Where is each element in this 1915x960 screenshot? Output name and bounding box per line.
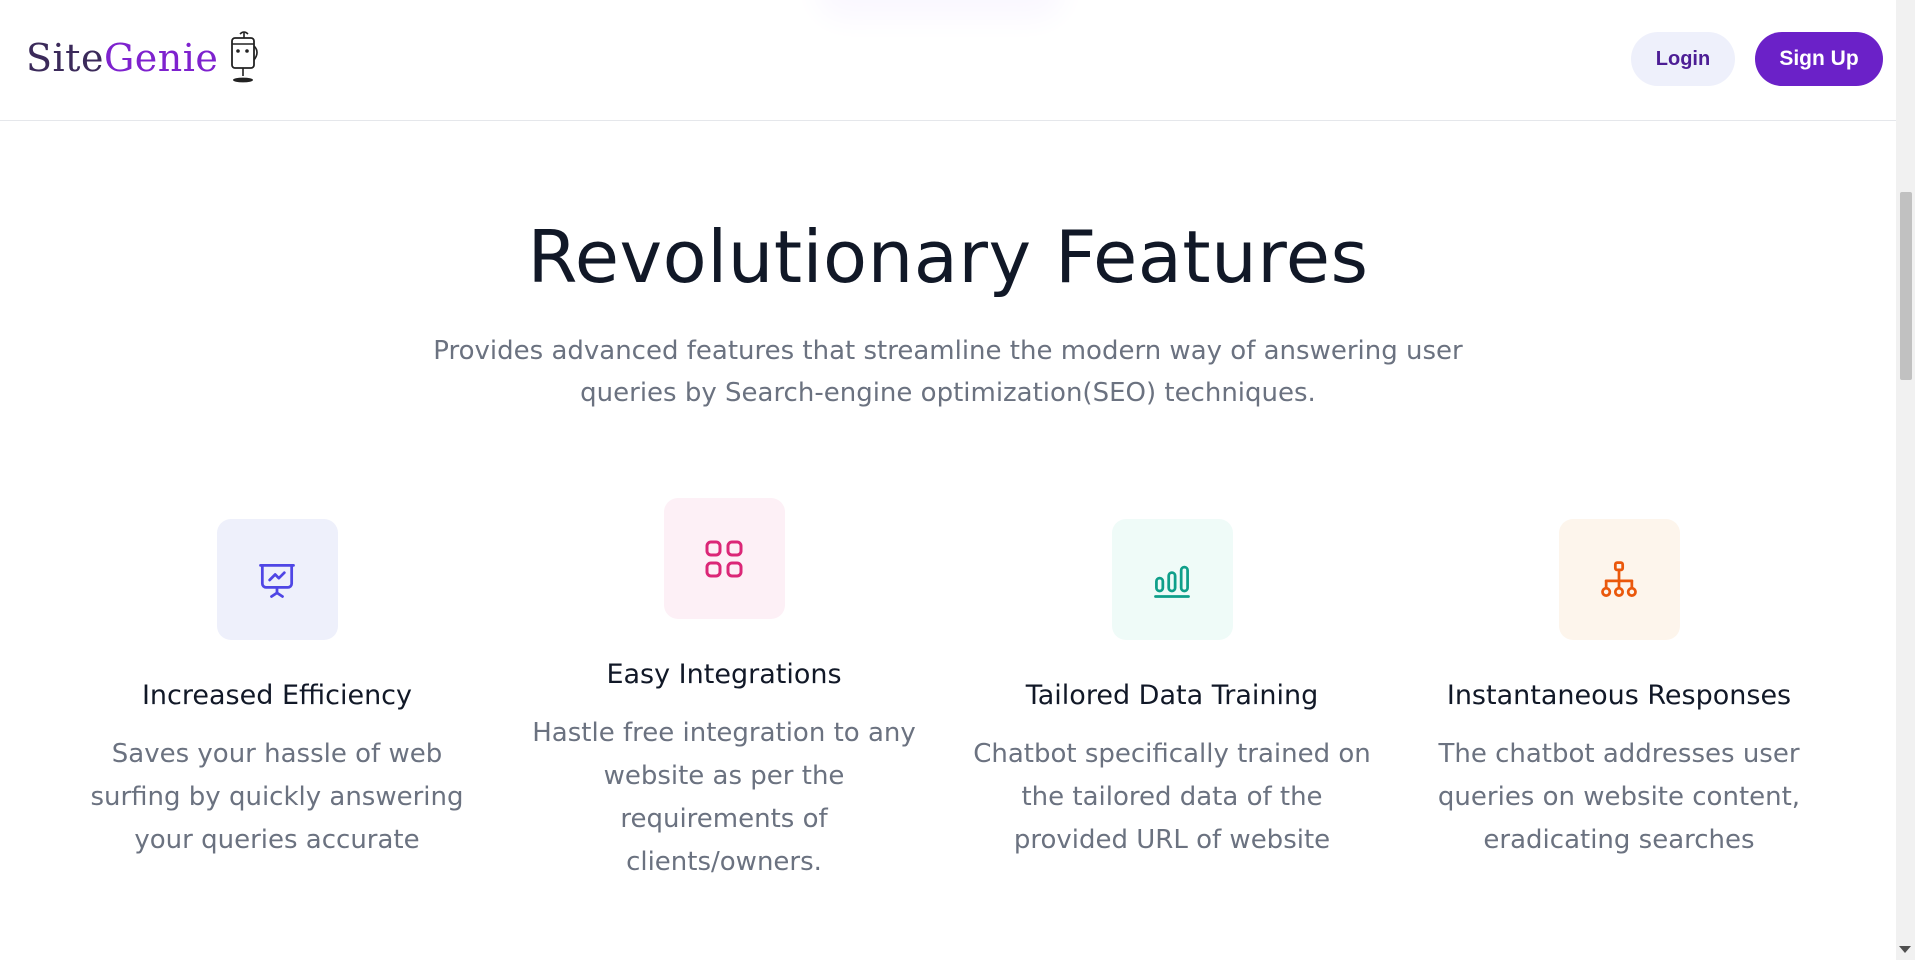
feature-icon-box [663,498,785,619]
feature-title: Instantaneous Responses [1446,680,1792,711]
login-button[interactable]: Login [1631,32,1735,86]
feature-description: Saves your hassle of web surfing by quic… [90,739,464,855]
scroll-down-arrow-icon[interactable] [1899,946,1911,953]
page: SiteGenie Login Sign Up Revolutionary Fe… [0,0,1896,960]
feature-title: Easy Integrations [606,659,842,690]
logo-text-genie: Genie [103,36,219,80]
bar-chart-icon [1154,565,1190,598]
feature-description: Hastle free integration to any website a… [532,718,916,877]
vertical-scrollbar[interactable] [1896,0,1915,960]
genie-mascot-icon [231,31,259,83]
sitemap-icon [1601,560,1637,597]
feature-description: The chatbot addresses user queries on we… [1437,739,1801,855]
feature-card-easy-integrations: Easy Integrations Hastle free integratio… [514,498,934,884]
feature-icon-box [1111,519,1233,640]
logo-wordmark: SiteGenie [26,36,218,80]
site-logo[interactable]: SiteGenie [26,30,262,86]
feature-title: Increased Efficiency [141,680,413,711]
feature-card-instantaneous-responses: Instantaneous Responses The chatbot addr… [1409,519,1829,862]
scrollbar-thumb[interactable] [1900,192,1912,380]
sign-up-button[interactable]: Sign Up [1755,32,1883,86]
apps-grid-icon [705,540,743,577]
section-title: Revolutionary Features [527,215,1369,299]
feature-description: Chatbot specifically trained on the tail… [973,739,1371,855]
feature-icon-box [1558,519,1680,640]
logo-text-site: Site [26,36,104,80]
section-subtitle: Provides advanced features that streamli… [433,336,1463,408]
feature-card-increased-efficiency: Increased Efficiency Saves your hassle o… [67,519,487,862]
feature-card-tailored-data-training: Tailored Data Training Chatbot specifica… [962,519,1382,862]
site-header: SiteGenie Login Sign Up [0,0,1896,121]
feature-title: Tailored Data Training [1025,680,1319,711]
feature-icon-box [216,519,338,640]
presentation-chart-icon [259,563,295,598]
